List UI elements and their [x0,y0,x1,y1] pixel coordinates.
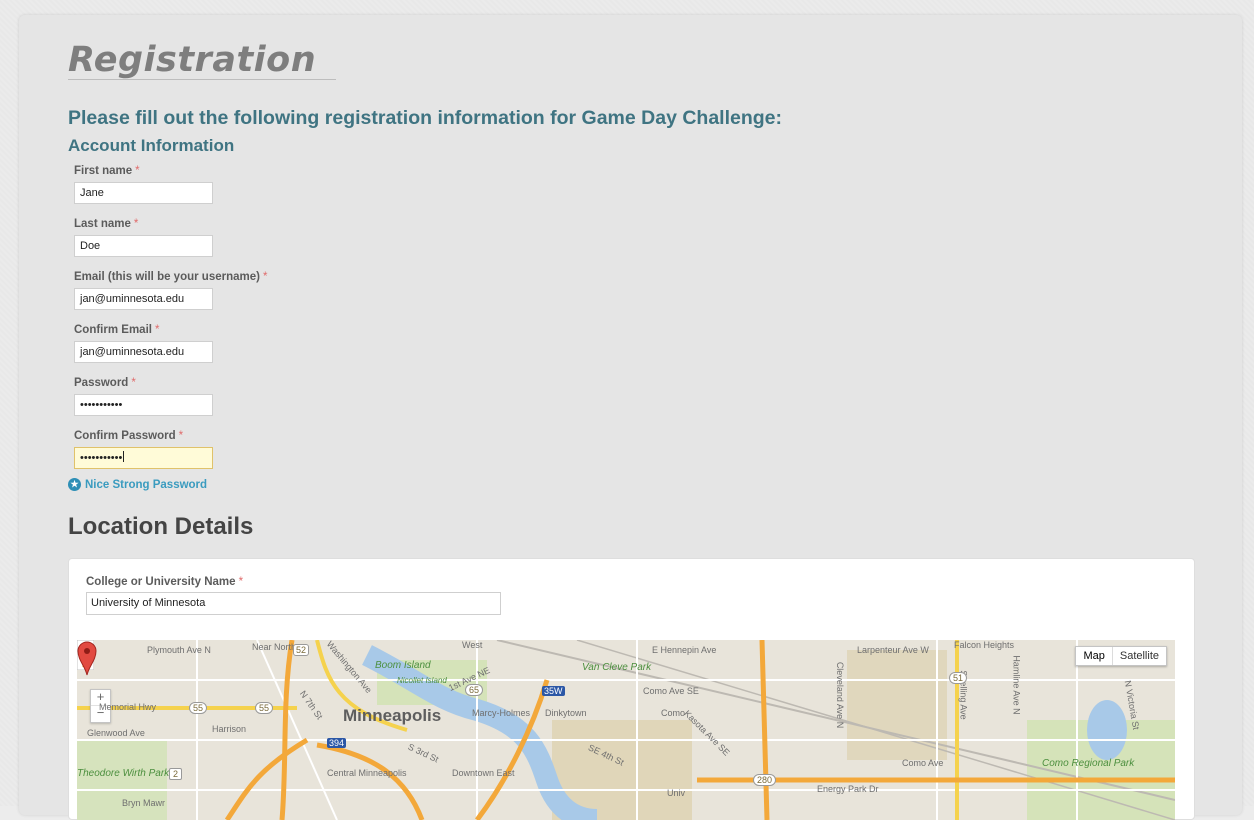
confirm-email-label-text: Confirm Email [74,324,152,336]
password-strength-text: Nice Strong Password [85,478,208,491]
text-caret [123,451,125,462]
interstate-shield: 394 [327,738,347,748]
confirm-password-input[interactable]: ••••••••••• [74,447,213,469]
map-label: Central Minneapolis [327,768,407,778]
password-label-text: Password [74,377,129,389]
map-type-satellite-button[interactable]: Satellite [1113,647,1166,665]
highway-shield: 55 [189,702,208,714]
first-name-label-text: First name [74,165,133,177]
highway-shield: 55 [255,702,274,714]
email-label: Email (this will be your username) * [74,271,267,283]
highway-shield: 51 [949,672,968,684]
college-label-text: College or University Name [86,576,236,588]
map-label: Como Ave [902,758,944,768]
highway-shield: 52 [293,644,310,656]
map-label: Harrison [212,724,247,734]
map-label: West [462,640,483,650]
email-input[interactable]: jan@uminnesota.edu [74,288,213,310]
map-label: Falcon Heights [954,640,1015,650]
map-city-label: Minneapolis [343,706,442,725]
required-marker: * [154,324,160,336]
first-name-label: First name * [74,165,140,177]
map-label: Como Ave SE [643,686,699,696]
map-view[interactable]: Map Satellite + − Minneapolis Plymouth A… [77,640,1175,820]
account-section-heading: Account Information [68,136,235,155]
map-label: Larpenteur Ave W [857,645,929,655]
location-section-heading: Location Details [68,513,254,540]
first-name-input[interactable]: Jane [74,182,213,204]
confirm-email-label: Confirm Email * [74,324,159,336]
map-label: Near North [252,642,297,652]
highway-shield: 65 [465,684,484,696]
map-label: Downtown East [452,768,515,778]
map-label: Theodore Wirth Park [77,768,169,779]
map-label: Bryn Mawr [122,798,166,808]
map-type-map-button[interactable]: Map [1076,647,1113,665]
confirm-password-label-text: Confirm Password [74,430,176,442]
required-marker: * [262,271,268,283]
map-label: Memorial Hwy [99,702,157,712]
highway-shield: 2 [169,768,183,780]
highway-shield: 280 [753,774,777,786]
required-marker: * [178,430,184,442]
map-type-control: Map Satellite [1075,646,1167,666]
password-strength: ★ Nice Strong Password [68,478,207,491]
map-label: Glenwood Ave [87,728,145,738]
college-label: College or University Name * [86,576,243,588]
intro-heading: Please fill out the following registrati… [68,107,783,129]
map-label: Cleveland Ave N [835,661,846,729]
last-name-label-text: Last name [74,218,131,230]
required-marker: * [238,576,244,588]
map-label: Plymouth Ave N [147,645,211,655]
required-marker: * [133,218,139,230]
last-name-label: Last name * [74,218,138,230]
password-input[interactable]: ••••••••••• [74,394,213,416]
map-label: E Hennepin Ave [652,645,717,655]
password-label: Password * [74,377,136,389]
confirm-password-label: Confirm Password * [74,430,183,442]
map-label: Como [661,708,686,718]
required-marker: * [131,377,136,389]
map-label: Nicollet Island [397,676,447,685]
map-label: Univ [667,788,686,798]
map-label: Como Regional Park [1042,758,1135,769]
location-pin-icon[interactable] [77,640,97,676]
title-underline [68,79,336,80]
college-input[interactable]: University of Minnesota [86,592,501,615]
map-label: Boom Island [375,660,431,671]
required-marker: * [135,165,140,177]
map-label: Dinkytown [545,708,587,718]
last-name-input[interactable]: Doe [74,235,213,257]
confirm-email-input[interactable]: jan@uminnesota.edu [74,341,213,363]
map-label: Hamline Ave N [1011,655,1022,715]
map-label: Marcy-Holmes [472,708,531,718]
email-label-text: Email (this will be your username) [74,271,260,283]
map-label: Van Cleve Park [582,662,652,673]
star-icon: ★ [68,478,81,491]
confirm-password-value: ••••••••••• [80,452,123,464]
page-title: Registration [68,40,317,80]
map-label: Energy Park Dr [817,784,879,794]
interstate-shield: 35W [542,686,565,696]
